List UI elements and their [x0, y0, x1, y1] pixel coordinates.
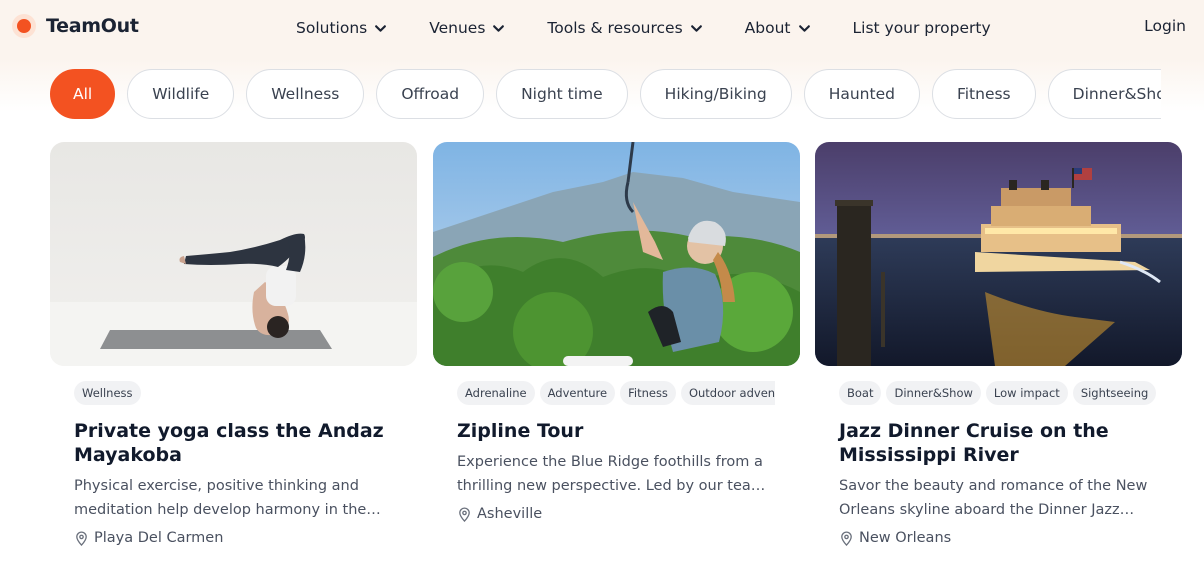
nav-tools-label: Tools & resources	[547, 19, 683, 37]
filter-chip-hiking-biking[interactable]: Hiking/Biking	[639, 69, 792, 119]
category-filter-bar: All Wildlife Wellness Offroad Night time…	[50, 69, 1161, 119]
filter-chip-dinner-show[interactable]: Dinner&Show	[1047, 69, 1161, 119]
nav-solutions[interactable]: Solutions	[296, 19, 387, 37]
brand-logo[interactable]: TeamOut	[12, 14, 139, 38]
location-pin-icon	[459, 507, 470, 522]
nav-venues-label: Venues	[429, 19, 486, 37]
filter-chip-all[interactable]: All	[50, 69, 116, 119]
activity-card[interactable]: Wellness Private yoga class the Andaz Ma…	[50, 142, 417, 546]
filter-chip-wellness[interactable]: Wellness	[246, 69, 365, 119]
tag-chip: Outdoor advent	[680, 381, 775, 405]
card-description: Physical exercise, positive thinking and…	[74, 478, 381, 518]
brand-name: TeamOut	[46, 15, 139, 37]
card-image-riverboat[interactable]	[815, 142, 1182, 366]
card-location-text: Asheville	[477, 506, 543, 522]
card-image-zipline[interactable]	[433, 142, 800, 366]
nav-tools-resources[interactable]: Tools & resources	[547, 19, 702, 37]
location-pin-icon	[841, 531, 852, 546]
card-location: Asheville	[433, 506, 800, 522]
card-title[interactable]: Zipline Tour	[433, 419, 800, 443]
card-image-yoga[interactable]	[50, 142, 417, 366]
card-tags: Wellness	[50, 381, 392, 405]
location-pin-icon	[76, 531, 87, 546]
filter-chip-wildlife[interactable]: Wildlife	[127, 69, 235, 119]
login-link[interactable]: Login	[1144, 17, 1186, 35]
activity-card[interactable]: Adrenaline Adventure Fitness Outdoor adv…	[433, 142, 800, 522]
nav-solutions-label: Solutions	[296, 19, 368, 37]
nav-list-property[interactable]: List your property	[853, 19, 991, 37]
tag-chip: Fitness	[620, 381, 676, 405]
nav-about[interactable]: About	[745, 19, 811, 37]
tag-chip: Dinner&Show	[886, 381, 981, 405]
filter-chip-haunted[interactable]: Haunted	[803, 69, 920, 119]
activity-card[interactable]: Boat Dinner&Show Low impact Sightseeing …	[815, 142, 1182, 546]
card-title[interactable]: Private yoga class the Andaz Mayakoba	[50, 419, 417, 467]
tag-chip: Boat	[839, 381, 882, 405]
chevron-down-icon	[798, 24, 810, 32]
main-nav: Solutions Venues Tools & resources About…	[296, 17, 1033, 39]
chevron-down-icon	[690, 24, 702, 32]
tag-chip: Adrenaline	[457, 381, 535, 405]
card-tags: Adrenaline Adventure Fitness Outdoor adv…	[433, 381, 775, 405]
filter-chip-night-time[interactable]: Night time	[496, 69, 628, 119]
zipline-photo-icon	[433, 142, 800, 366]
card-location: Playa Del Carmen	[50, 530, 417, 546]
card-location: New Orleans	[815, 530, 1182, 546]
tag-chip: Sightseeing	[1072, 381, 1157, 405]
chevron-down-icon	[375, 24, 387, 32]
nav-list-property-label: List your property	[852, 19, 991, 37]
filter-chip-offroad[interactable]: Offroad	[376, 69, 485, 119]
card-tags: Boat Dinner&Show Low impact Sightseeing	[815, 381, 1157, 405]
chevron-down-icon	[493, 24, 505, 32]
filter-chip-fitness[interactable]: Fitness	[931, 69, 1036, 119]
card-description: Experience the Blue Ridge foothills from…	[457, 454, 766, 494]
riverboat-photo-icon	[815, 142, 1182, 366]
card-location-text: New Orleans	[859, 530, 952, 546]
nav-about-label: About	[744, 19, 791, 37]
tag-chip: Wellness	[74, 381, 141, 405]
card-location-text: Playa Del Carmen	[94, 530, 224, 546]
logo-dot-icon	[12, 14, 36, 38]
card-title[interactable]: Jazz Dinner Cruise on the Mississippi Ri…	[815, 419, 1182, 467]
tag-chip: Low impact	[985, 381, 1068, 405]
card-description: Savor the beauty and romance of the New …	[839, 478, 1148, 518]
tag-chip: Adventure	[539, 381, 616, 405]
nav-venues[interactable]: Venues	[429, 19, 505, 37]
yoga-photo-icon	[50, 142, 417, 366]
